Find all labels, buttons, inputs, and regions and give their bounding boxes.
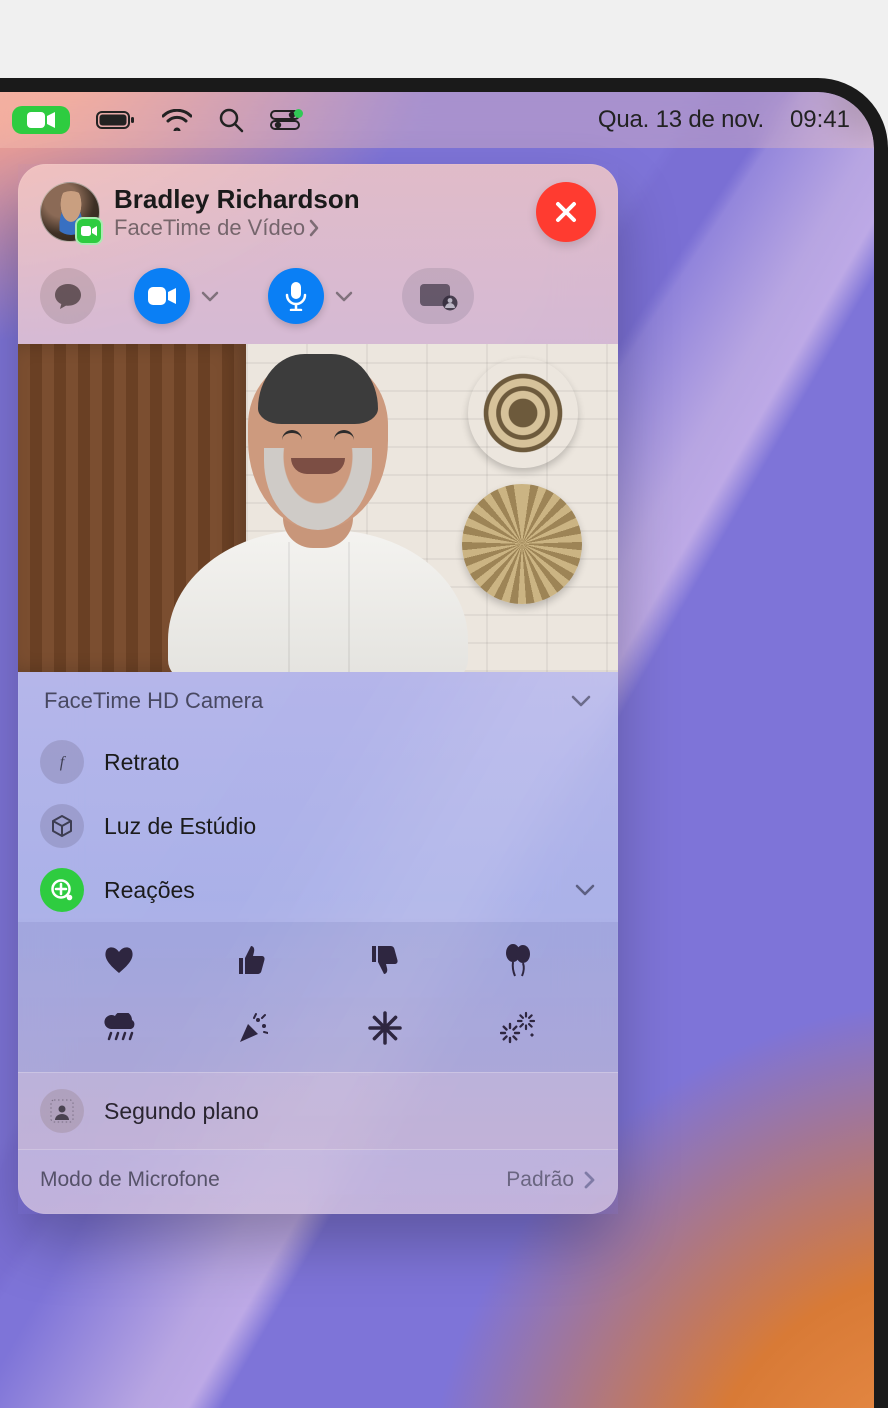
background-label: Segundo plano <box>104 1098 259 1125</box>
reaction-rain[interactable] <box>58 1000 179 1056</box>
reaction-balloons[interactable] <box>457 932 578 988</box>
facetime-badge-icon <box>75 217 103 245</box>
reactions-label: Reações <box>104 877 554 904</box>
svg-text:f: f <box>60 754 67 771</box>
person-background-icon <box>40 1089 84 1133</box>
reaction-confetti[interactable] <box>191 1000 312 1056</box>
mic-mode-label: Modo de Microfone <box>40 1168 220 1192</box>
chevron-right-icon <box>307 219 321 237</box>
menubar-date[interactable]: Qua. 13 de nov. <box>598 106 764 134</box>
balloons-icon <box>503 942 533 978</box>
facetime-menubar-indicator[interactable] <box>12 106 70 134</box>
reaction-thumbs-up[interactable] <box>191 932 312 988</box>
device-bezel: Qua. 13 de nov. 09:41 Bradley Richardson <box>0 78 888 1408</box>
rain-icon <box>101 1013 137 1043</box>
video-options-chevron[interactable] <box>190 276 230 316</box>
microphone-mode-row[interactable]: Modo de Microfone Padrão <box>18 1150 618 1214</box>
call-controls-row <box>18 254 618 344</box>
privacy-indicator-dot <box>294 109 303 118</box>
microphone-icon <box>285 281 307 311</box>
spotlight-icon[interactable] <box>218 107 244 133</box>
camera-name-label: FaceTime HD Camera <box>44 688 263 714</box>
menubar: Qua. 13 de nov. 09:41 <box>0 92 874 148</box>
reaction-thumbs-down[interactable] <box>324 932 445 988</box>
call-type-button[interactable]: FaceTime de Vídeo <box>114 215 536 241</box>
self-video-preview <box>18 344 618 672</box>
chevron-down-icon <box>570 694 592 708</box>
control-center-icon[interactable] <box>270 110 303 130</box>
thumbs-up-icon <box>237 944 267 976</box>
caller-avatar[interactable] <box>40 182 100 242</box>
portrait-icon: f <box>40 740 84 784</box>
video-toggle[interactable] <box>134 268 230 324</box>
chevron-down-icon <box>574 883 596 897</box>
reaction-burst[interactable] <box>324 1000 445 1056</box>
facetime-control-panel: Bradley Richardson FaceTime de Vídeo <box>18 164 618 1214</box>
studio-light-option[interactable]: Luz de Estúdio <box>18 794 618 858</box>
thumbs-down-icon <box>370 944 400 976</box>
reactions-toggle-icon <box>40 868 84 912</box>
party-popper-icon <box>236 1012 268 1044</box>
battery-icon[interactable] <box>96 110 136 130</box>
burst-icon <box>368 1011 402 1045</box>
caller-name: Bradley Richardson <box>114 184 536 215</box>
camera-selector[interactable]: FaceTime HD Camera <box>18 672 618 730</box>
portrait-label: Retrato <box>104 749 596 776</box>
speech-bubble-icon <box>53 282 83 310</box>
wifi-icon[interactable] <box>162 109 192 131</box>
reaction-heart[interactable] <box>58 932 179 988</box>
portrait-option[interactable]: f Retrato <box>18 730 618 794</box>
background-option[interactable]: Segundo plano <box>18 1072 618 1150</box>
screen-share-icon <box>418 281 458 311</box>
studio-light-label: Luz de Estúdio <box>104 813 596 840</box>
reaction-fireworks[interactable] <box>457 1000 578 1056</box>
close-icon <box>551 197 581 227</box>
heart-icon <box>102 945 136 975</box>
mic-mode-value: Padrão <box>506 1168 574 1192</box>
mic-options-chevron[interactable] <box>324 276 364 316</box>
fireworks-icon <box>500 1011 536 1045</box>
menubar-time[interactable]: 09:41 <box>790 106 850 134</box>
call-type-label: FaceTime de Vídeo <box>114 215 305 241</box>
chevron-down-icon <box>334 289 354 303</box>
chevron-right-icon <box>582 1170 596 1190</box>
video-icon <box>147 285 177 307</box>
cube-icon <box>40 804 84 848</box>
messages-button[interactable] <box>40 268 96 324</box>
end-call-button[interactable] <box>536 182 596 242</box>
mic-toggle[interactable] <box>268 268 364 324</box>
chevron-down-icon <box>200 289 220 303</box>
video-icon <box>26 110 56 130</box>
screen-share-button[interactable] <box>402 268 474 324</box>
call-header: Bradley Richardson FaceTime de Vídeo <box>18 164 618 254</box>
reactions-option[interactable]: Reações <box>18 858 618 922</box>
reactions-grid <box>18 922 618 1072</box>
